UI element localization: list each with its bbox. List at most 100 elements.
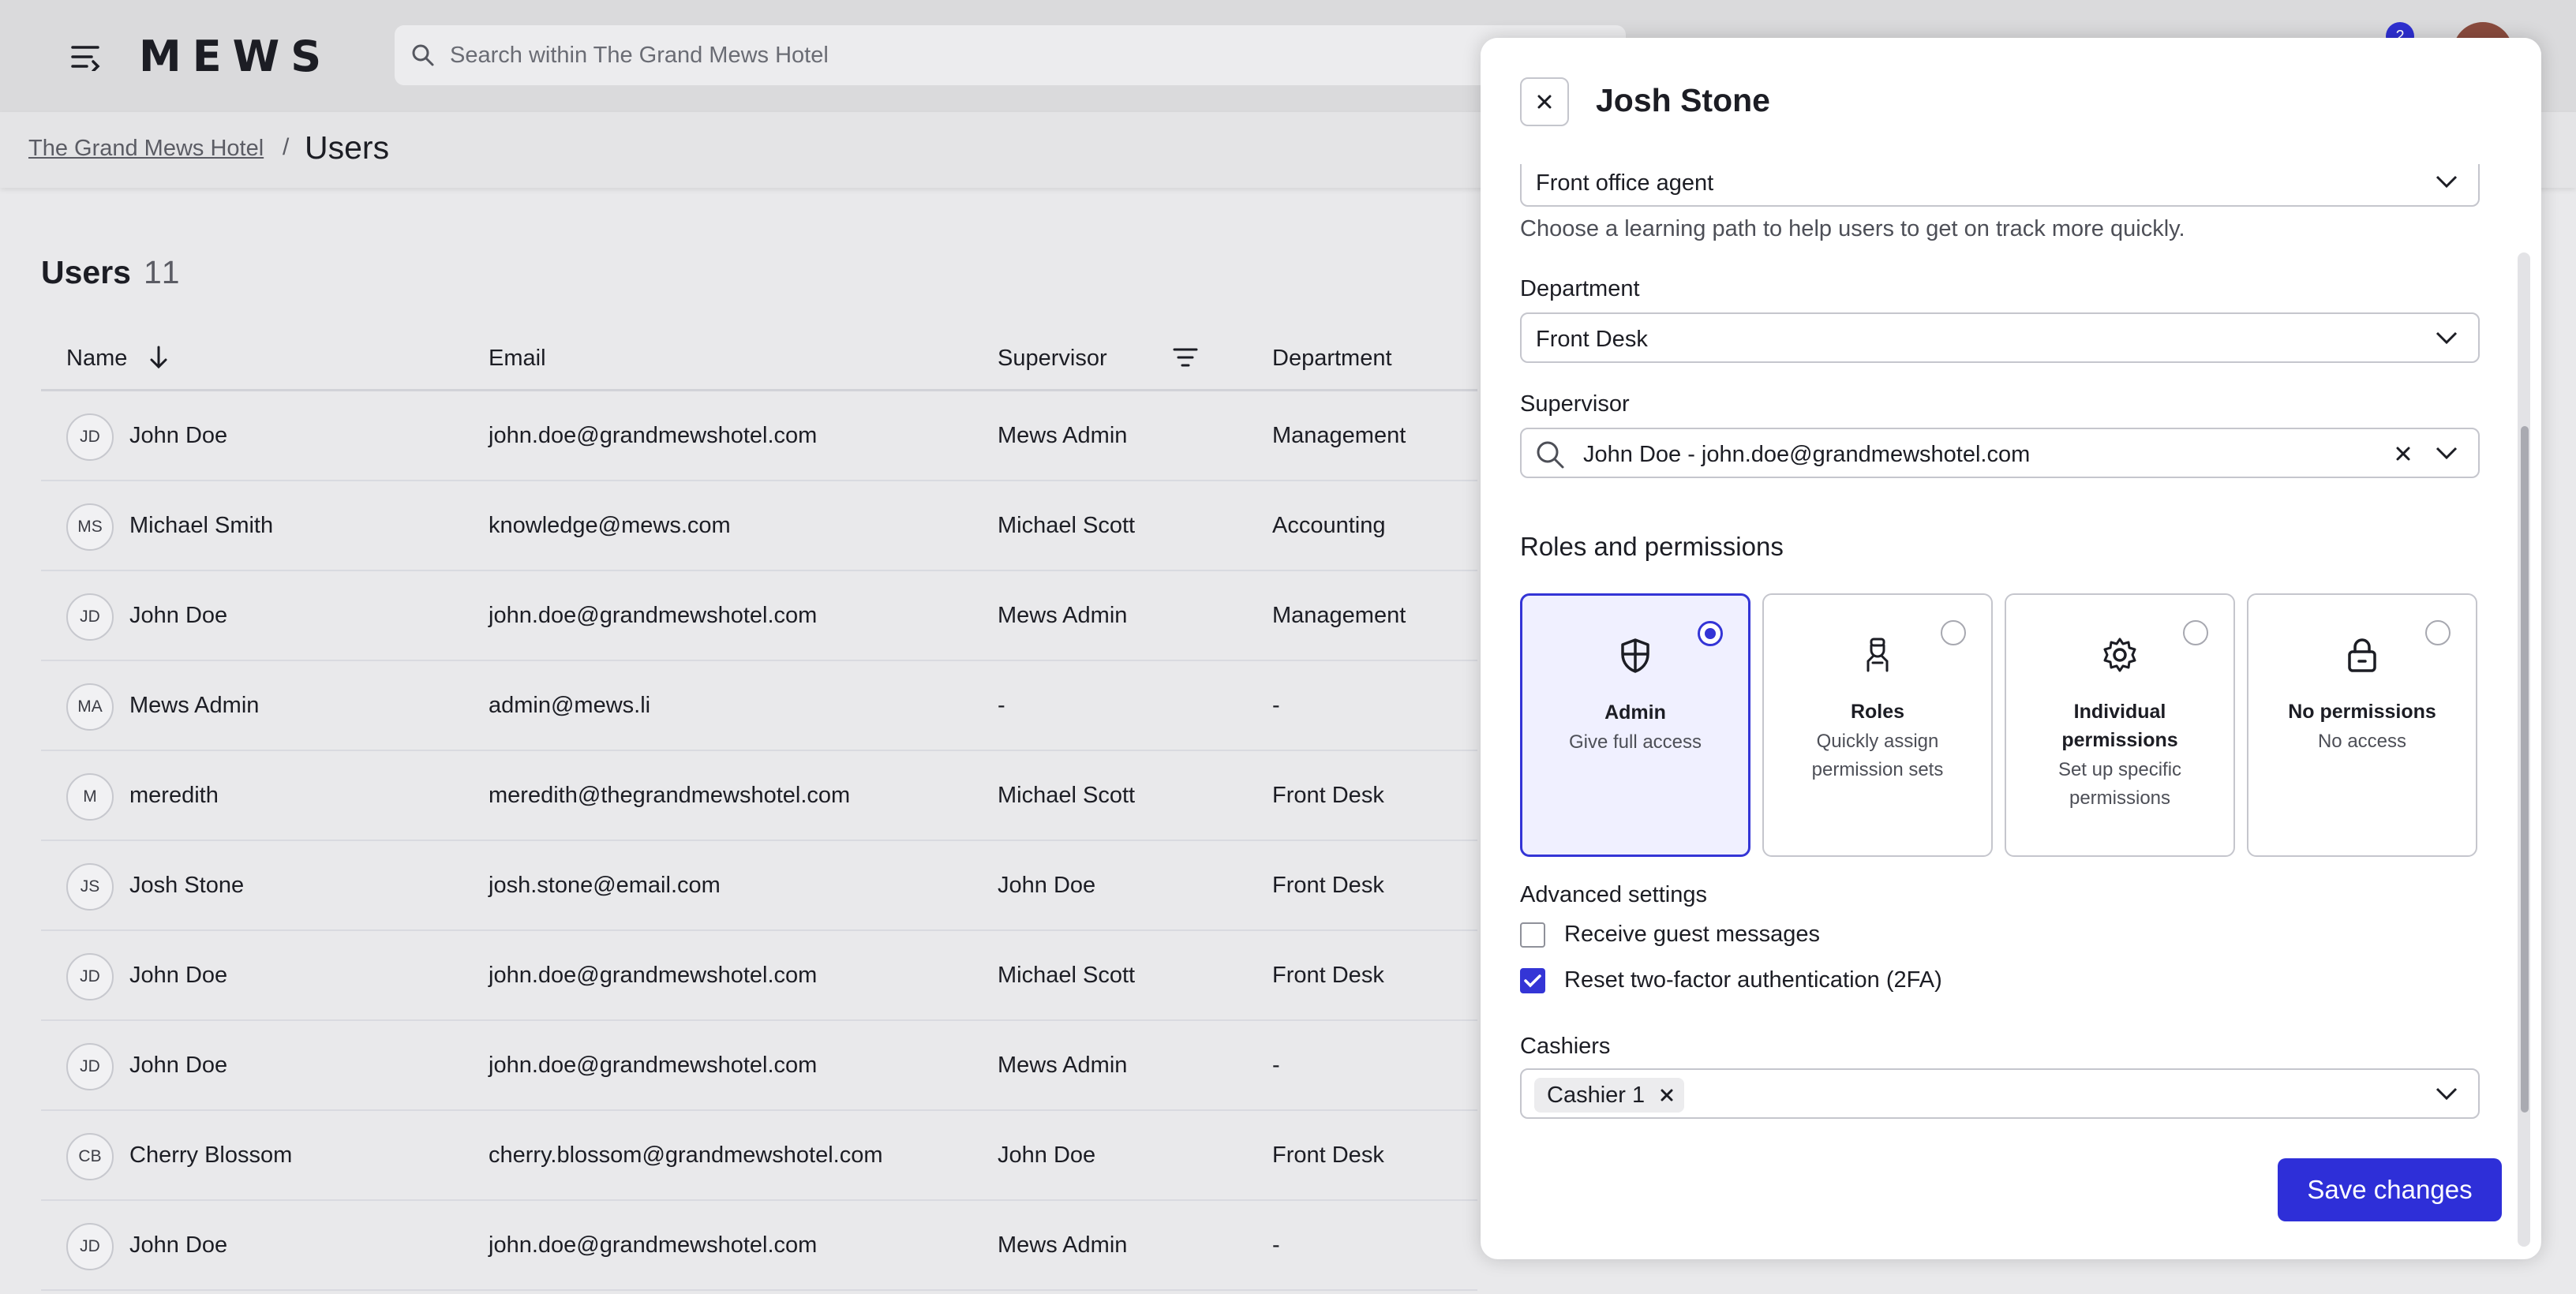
avatar: JD (66, 593, 114, 641)
user-department: Front Desk (1272, 873, 1384, 898)
table-row[interactable]: JD John Doe john.doe@grandmewshotel.com Mew… (41, 1021, 1477, 1111)
table-row[interactable]: JD John Doe john.doe@grandmewshotel.com Mic… (41, 931, 1477, 1021)
cashier-chip: Cashier 1 (1534, 1078, 1685, 1113)
column-email[interactable]: Email (489, 346, 546, 372)
user-name[interactable]: John Doe (129, 1232, 227, 1258)
column-supervisor[interactable]: Supervisor (998, 346, 1107, 372)
role-card-individual[interactable]: Individual permissions Set up specific p… (2005, 593, 2235, 857)
sort-descending-icon[interactable] (147, 344, 170, 375)
users-table: Name Email Supervisor Department JD John … (41, 330, 1477, 1291)
avatar: JS (66, 863, 114, 911)
column-name[interactable]: Name (66, 346, 127, 372)
role-title: No permissions (2288, 701, 2436, 723)
user-department: Front Desk (1272, 783, 1384, 808)
cashiers-select[interactable]: Cashier 1 (1520, 1068, 2480, 1119)
user-department: - (1272, 693, 1280, 718)
role-card-roles[interactable]: Roles Quickly assign permission sets (1762, 593, 1993, 857)
person-icon (1764, 636, 1991, 677)
user-department: Front Desk (1272, 1143, 1384, 1168)
user-supervisor: Michael Scott (998, 963, 1136, 988)
role-card-admin[interactable]: Admin Give full access (1520, 593, 1750, 857)
user-supervisor: Mews Admin (998, 423, 1128, 448)
user-supervisor: Michael Scott (998, 513, 1136, 538)
reset-2fa-row[interactable]: Reset two-factor authentication (2FA) (1520, 967, 1942, 993)
table-row[interactable]: JD John Doe john.doe@grandmewshotel.com Mew… (41, 571, 1477, 661)
breadcrumb-hotel-link[interactable]: The Grand Mews Hotel (28, 136, 264, 162)
receive-guest-messages-row[interactable]: Receive guest messages (1520, 922, 1820, 948)
breadcrumb-separator: / (283, 134, 290, 160)
user-supervisor: Mews Admin (998, 1053, 1128, 1078)
user-supervisor: Mews Admin (998, 1232, 1128, 1258)
avatar: JD (66, 953, 114, 1000)
clear-icon[interactable] (2394, 445, 2412, 462)
roles-section-title: Roles and permissions (1520, 532, 1784, 561)
chevron-down-icon[interactable] (2434, 1084, 2459, 1103)
user-name[interactable]: John Doe (129, 963, 227, 989)
user-email: cherry.blossom@grandmewshotel.com (489, 1143, 883, 1168)
user-name[interactable]: Josh Stone (129, 873, 244, 899)
avatar: CB (66, 1133, 114, 1180)
user-name[interactable]: John Doe (129, 1053, 227, 1079)
user-supervisor: - (998, 693, 1005, 718)
department-select[interactable]: Front Desk (1520, 312, 2480, 363)
table-row[interactable]: JS Josh Stone josh.stone@email.com John Doe… (41, 841, 1477, 931)
user-department: Management (1272, 423, 1406, 448)
chevron-down-icon[interactable] (2434, 443, 2459, 462)
close-button[interactable] (1520, 77, 1569, 126)
advanced-settings-title: Advanced settings (1520, 882, 1707, 907)
reset-2fa-label[interactable]: Reset two-factor authentication (2FA) (1564, 967, 1942, 993)
save-changes-button[interactable]: Save changes (2278, 1158, 2502, 1221)
search-bar[interactable] (395, 25, 1626, 85)
table-row[interactable]: Mmeredith meredith@thegrandmewshotel.com M… (41, 751, 1477, 841)
user-name[interactable]: John Doe (129, 603, 227, 629)
receive-guest-messages-checkbox[interactable] (1520, 922, 1545, 948)
role-title: Roles (1850, 701, 1905, 723)
user-department: - (1272, 1232, 1280, 1258)
user-email: knowledge@mews.com (489, 513, 731, 538)
user-supervisor: Mews Admin (998, 603, 1128, 628)
receive-guest-messages-label[interactable]: Receive guest messages (1564, 922, 1820, 948)
supervisor-value: John Doe - john.doe@grandmewshotel.com (1583, 442, 2031, 467)
menu-icon[interactable] (66, 38, 104, 76)
table-row[interactable]: MA Mews Admin admin@mews.li - - (41, 661, 1477, 751)
users-heading: Users (41, 254, 131, 290)
cashiers-label: Cashiers (1520, 1034, 1611, 1059)
panel-title: Josh Stone (1596, 82, 1770, 118)
user-department: Front Desk (1272, 963, 1384, 988)
user-email: josh.stone@email.com (489, 873, 721, 898)
table-row[interactable]: MS Michael Smith knowledge@mews.com Michael… (41, 481, 1477, 571)
role-desc: Quickly assign permission sets (1811, 731, 1944, 780)
role-desc: Set up specific permissions (2057, 759, 2182, 809)
user-name[interactable]: Cherry Blossom (129, 1143, 292, 1169)
column-department[interactable]: Department (1272, 346, 1392, 372)
mews-logo[interactable]: MEWS (139, 32, 332, 81)
user-name[interactable]: John Doe (129, 423, 227, 449)
scrollbar-thumb[interactable] (2521, 426, 2529, 1113)
table-row[interactable]: CB Cherry Blossom cherry.blossom@grandmews… (41, 1111, 1477, 1201)
user-email: john.doe@grandmewshotel.com (489, 603, 818, 628)
chevron-down-icon (2436, 175, 2458, 189)
user-name[interactable]: meredith (129, 783, 219, 809)
supervisor-select[interactable]: John Doe - john.doe@grandmewshotel.com (1520, 428, 2480, 478)
shield-icon (1522, 637, 1748, 678)
search-input[interactable] (450, 42, 1555, 69)
gear-icon (2006, 636, 2233, 677)
table-row[interactable]: JD John Doe john.doe@grandmewshotel.com Mew… (41, 391, 1477, 481)
role-card-no-permissions[interactable]: No permissions No access (2247, 593, 2477, 857)
user-supervisor: John Doe (998, 873, 1096, 898)
search-icon (1537, 441, 1564, 469)
user-name[interactable]: Michael Smith (129, 513, 273, 539)
table-header: Name Email Supervisor Department (41, 330, 1477, 391)
user-supervisor: Michael Scott (998, 783, 1136, 808)
table-row[interactable]: JD John Doe john.doe@grandmewshotel.com Mew… (41, 1201, 1477, 1291)
user-email: john.doe@grandmewshotel.com (489, 1232, 818, 1258)
user-supervisor: John Doe (998, 1143, 1096, 1168)
user-email: admin@mews.li (489, 693, 651, 718)
filter-icon[interactable] (1173, 346, 1198, 373)
remove-chip-icon[interactable] (1659, 1087, 1675, 1103)
reset-2fa-checkbox[interactable] (1520, 967, 1545, 993)
user-name[interactable]: Mews Admin (129, 693, 259, 719)
user-department: Management (1272, 603, 1406, 628)
avatar: JD (66, 1043, 114, 1090)
role-title: Individual permissions (2061, 701, 2178, 751)
